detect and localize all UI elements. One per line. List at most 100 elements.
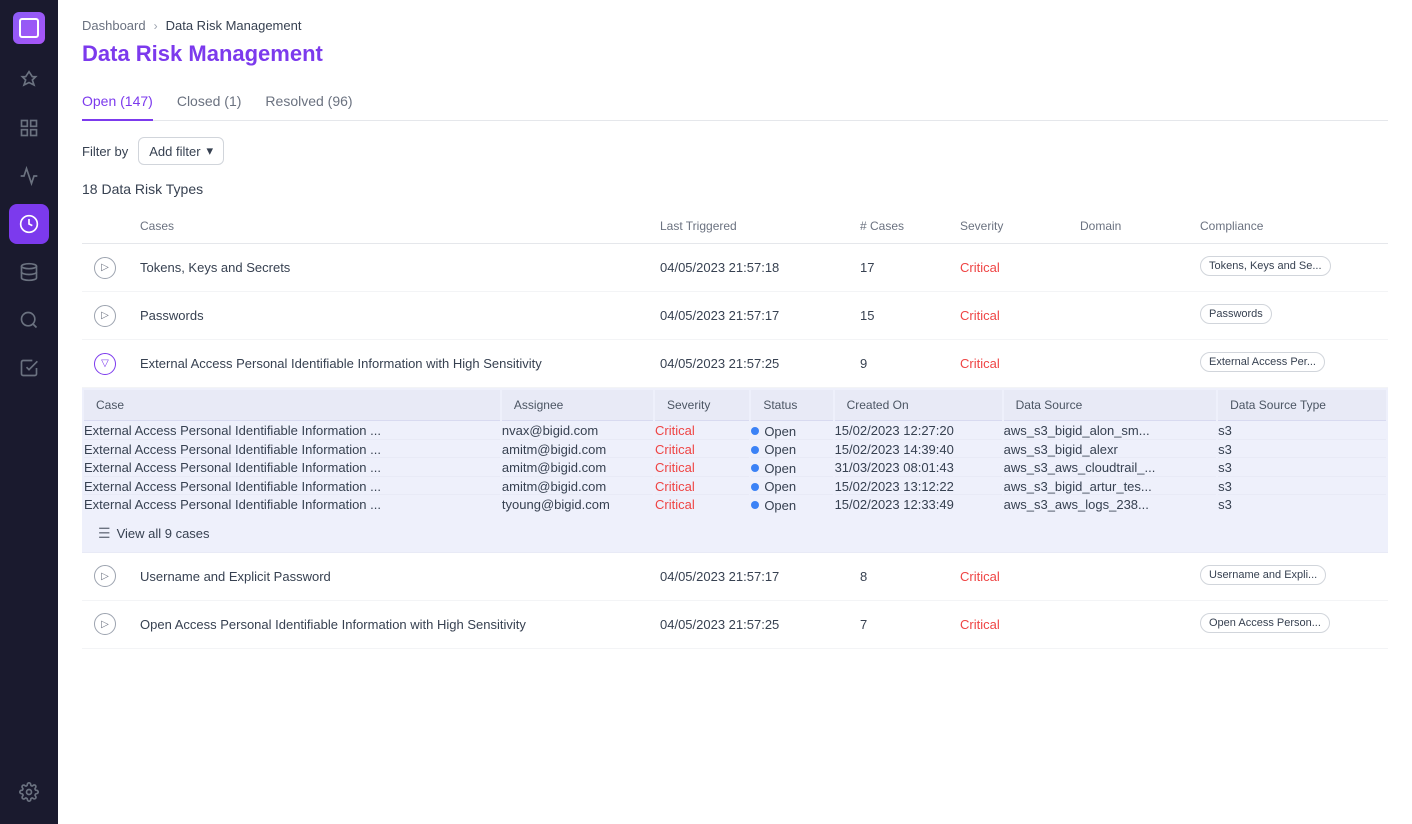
sub-severity: Critical xyxy=(655,479,695,494)
sub-severity: Critical xyxy=(655,497,695,512)
breadcrumb-dashboard[interactable]: Dashboard xyxy=(82,18,146,33)
col-header-cases: Cases xyxy=(128,209,648,244)
sub-table: Case Assignee Severity Status Created On… xyxy=(82,388,1388,515)
severity-badge: Critical xyxy=(960,617,1000,632)
list-item: External Access Personal Identifiable In… xyxy=(84,423,1386,440)
status-badge: Open xyxy=(751,498,796,513)
sub-col-assignee: Assignee xyxy=(502,390,653,421)
severity-badge: Critical xyxy=(960,260,1000,275)
row-case-name: External Access Personal Identifiable In… xyxy=(128,340,648,388)
content-area: Filter by Add filter ▾ 18 Data Risk Type… xyxy=(58,121,1412,824)
table-row: ▷ Tokens, Keys and Secrets 04/05/2023 21… xyxy=(82,244,1388,292)
sub-datasource: aws_s3_bigid_artur_tes... xyxy=(1004,479,1217,496)
status-badge: Open xyxy=(751,479,796,494)
filter-bar: Filter by Add filter ▾ xyxy=(82,137,1388,165)
status-dot-open xyxy=(751,483,759,491)
sub-assignee: nvax@bigid.com xyxy=(502,423,653,440)
severity-badge: Critical xyxy=(960,356,1000,371)
filter-label: Filter by xyxy=(82,144,128,159)
expand-button[interactable]: ▽ xyxy=(94,353,116,375)
sidebar-item-discovery[interactable] xyxy=(9,300,49,340)
status-badge: Open xyxy=(751,442,796,457)
row-case-name: Open Access Personal Identifiable Inform… xyxy=(128,600,648,648)
list-item: External Access Personal Identifiable In… xyxy=(84,460,1386,477)
tab-closed[interactable]: Closed (1) xyxy=(177,83,242,121)
status-dot-open xyxy=(751,464,759,472)
breadcrumb-arrow: › xyxy=(154,19,158,33)
sub-type: s3 xyxy=(1218,423,1386,440)
page-header: Dashboard › Data Risk Management Data Ri… xyxy=(58,0,1412,121)
breadcrumb-current: Data Risk Management xyxy=(166,18,302,33)
row-domain xyxy=(1068,553,1188,601)
sub-created: 31/03/2023 08:01:43 xyxy=(835,460,1002,477)
tab-resolved[interactable]: Resolved (96) xyxy=(265,83,352,121)
severity-badge: Critical xyxy=(960,308,1000,323)
sidebar-item-data[interactable] xyxy=(9,252,49,292)
sub-col-status: Status xyxy=(751,390,832,421)
app-logo xyxy=(13,12,45,44)
expand-button[interactable]: ▷ xyxy=(94,613,116,635)
sub-case-name: External Access Personal Identifiable In… xyxy=(84,479,500,496)
list-icon: ☰ xyxy=(98,525,111,542)
expand-button[interactable]: ▷ xyxy=(94,257,116,279)
sub-created: 15/02/2023 14:39:40 xyxy=(835,442,1002,459)
list-item: External Access Personal Identifiable In… xyxy=(84,479,1386,496)
view-all-cases-link[interactable]: ☰ View all 9 cases xyxy=(98,525,1372,542)
row-domain xyxy=(1068,292,1188,340)
compliance-tag: Passwords xyxy=(1200,304,1272,324)
sub-table-row: Case Assignee Severity Status Created On… xyxy=(82,388,1388,553)
main-content: Dashboard › Data Risk Management Data Ri… xyxy=(58,0,1412,824)
row-last-triggered: 04/05/2023 21:57:25 xyxy=(648,340,848,388)
sub-created: 15/02/2023 12:27:20 xyxy=(835,423,1002,440)
sub-type: s3 xyxy=(1218,460,1386,477)
breadcrumb: Dashboard › Data Risk Management xyxy=(82,18,1388,33)
row-num-cases: 17 xyxy=(848,244,948,292)
severity-badge: Critical xyxy=(960,569,1000,584)
add-filter-button[interactable]: Add filter ▾ xyxy=(138,137,224,165)
sub-type: s3 xyxy=(1218,497,1386,513)
status-badge: Open xyxy=(751,461,796,476)
compliance-tag: Username and Expli... xyxy=(1200,565,1326,585)
row-case-name: Passwords xyxy=(128,292,648,340)
expand-button[interactable]: ▷ xyxy=(94,565,116,587)
sub-case-name: External Access Personal Identifiable In… xyxy=(84,442,500,459)
sub-created: 15/02/2023 13:12:22 xyxy=(835,479,1002,496)
list-item: External Access Personal Identifiable In… xyxy=(84,442,1386,459)
section-title: 18 Data Risk Types xyxy=(82,181,1388,197)
sidebar-item-dashboard[interactable] xyxy=(9,108,49,148)
sub-datasource: aws_s3_bigid_alexr xyxy=(1004,442,1217,459)
row-num-cases: 8 xyxy=(848,553,948,601)
expand-button[interactable]: ▷ xyxy=(94,305,116,327)
row-num-cases: 15 xyxy=(848,292,948,340)
sub-col-created: Created On xyxy=(835,390,1002,421)
sub-assignee: amitm@bigid.com xyxy=(502,442,653,459)
sub-col-type: Data Source Type xyxy=(1218,390,1386,421)
sub-severity: Critical xyxy=(655,460,695,475)
col-header-triggered: Last Triggered xyxy=(648,209,848,244)
page-title: Data Risk Management xyxy=(82,41,1388,67)
sidebar-item-analytics[interactable] xyxy=(9,156,49,196)
status-dot-open xyxy=(751,427,759,435)
sub-datasource: aws_s3_aws_logs_238... xyxy=(1004,497,1217,513)
sub-case-name: External Access Personal Identifiable In… xyxy=(84,460,500,477)
sub-severity: Critical xyxy=(655,442,695,457)
sidebar-item-rocket[interactable] xyxy=(9,60,49,100)
sub-assignee: amitm@bigid.com xyxy=(502,460,653,477)
row-last-triggered: 04/05/2023 21:57:17 xyxy=(648,553,848,601)
row-last-triggered: 04/05/2023 21:57:17 xyxy=(648,292,848,340)
tab-open[interactable]: Open (147) xyxy=(82,83,153,121)
col-header-numcases: # Cases xyxy=(848,209,948,244)
row-case-name: Username and Explicit Password xyxy=(128,553,648,601)
sub-case-name: External Access Personal Identifiable In… xyxy=(84,423,500,440)
sub-col-severity: Severity xyxy=(655,390,749,421)
tab-bar: Open (147) Closed (1) Resolved (96) xyxy=(82,83,1388,121)
col-header-severity: Severity xyxy=(948,209,1068,244)
row-num-cases: 9 xyxy=(848,340,948,388)
row-last-triggered: 04/05/2023 21:57:25 xyxy=(648,600,848,648)
sidebar-item-settings[interactable] xyxy=(9,772,49,812)
compliance-tag: Tokens, Keys and Se... xyxy=(1200,256,1331,276)
sidebar-item-tasks[interactable] xyxy=(9,348,49,388)
table-row: ▷ Passwords 04/05/2023 21:57:17 15 Criti… xyxy=(82,292,1388,340)
sidebar-item-risk[interactable] xyxy=(9,204,49,244)
row-case-name: Tokens, Keys and Secrets xyxy=(128,244,648,292)
